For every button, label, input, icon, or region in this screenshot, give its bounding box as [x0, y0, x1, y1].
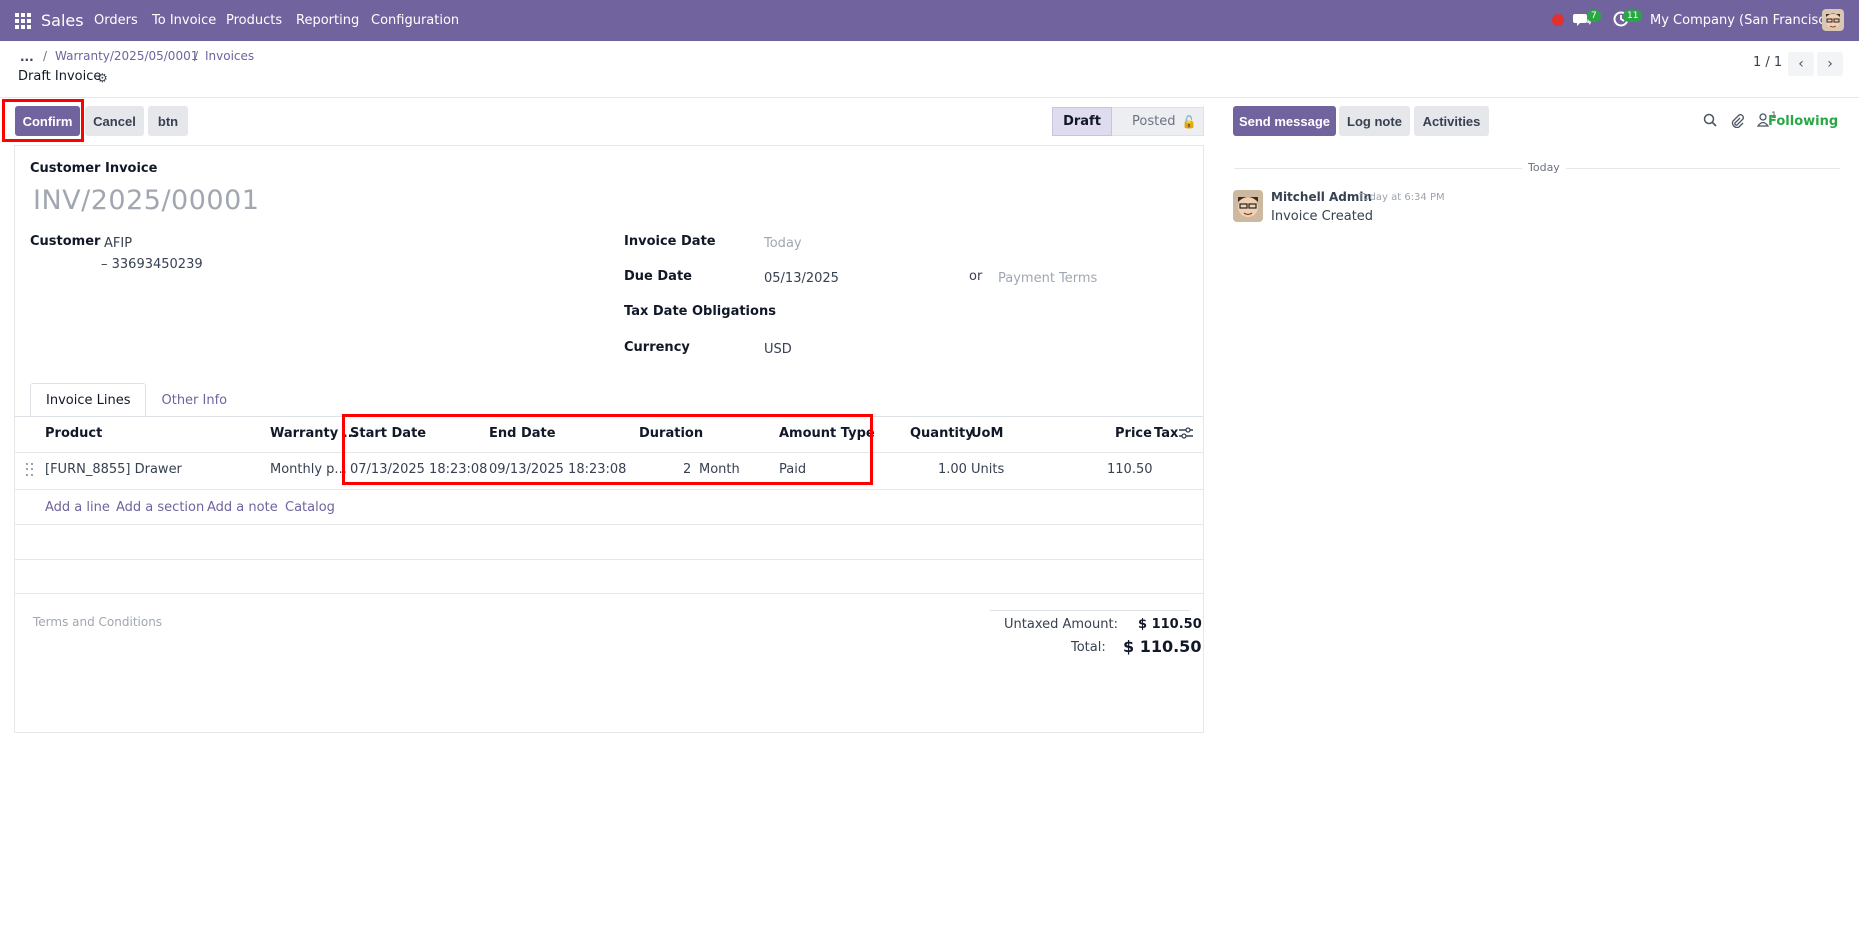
row-divider [15, 489, 1203, 490]
pager-next-button[interactable]: › [1817, 52, 1843, 76]
highlight-confirm-box [2, 99, 84, 142]
breadcrumb-invoices[interactable]: Invoices [205, 49, 254, 63]
paperclip-icon[interactable] [1730, 113, 1744, 132]
invoice-date-input[interactable]: Today [764, 236, 802, 251]
activities-badge: 11 [1623, 10, 1643, 22]
breadcrumb-warranty[interactable]: Warranty/2025/05/0001 [55, 49, 198, 63]
messages-badge: 7 [1587, 10, 1601, 22]
due-date-input[interactable]: 05/13/2025 [764, 271, 839, 286]
breadcrumb-separator: / [43, 49, 48, 63]
menu-reporting[interactable]: Reporting [296, 13, 359, 28]
following-button[interactable]: Following [1768, 114, 1838, 129]
status-draft[interactable]: Draft [1052, 107, 1112, 136]
customer-vat: – 33693450239 [101, 257, 203, 272]
company-switcher[interactable]: My Company (San Francisco) [1650, 13, 1838, 28]
user-avatar[interactable] [1822, 9, 1844, 31]
app-name[interactable]: Sales [41, 11, 84, 30]
add-note-link[interactable]: Add a note [207, 500, 278, 515]
col-price[interactable]: Price [1115, 426, 1152, 441]
activities-button[interactable]: Activities [1414, 106, 1489, 136]
doc-type-label: Customer Invoice [30, 161, 158, 176]
unlock-icon: 🔓 [1181, 114, 1197, 129]
catalog-link[interactable]: Catalog [285, 500, 335, 515]
col-uom[interactable]: UoM [971, 426, 1003, 441]
currency-input[interactable]: USD [764, 342, 792, 357]
empty-row-divider [15, 559, 1203, 560]
add-line-link[interactable]: Add a line [45, 500, 110, 515]
top-navbar: Sales Orders To Invoice Products Reporti… [0, 0, 1859, 41]
message-author[interactable]: Mitchell Admin [1271, 190, 1372, 204]
currency-label: Currency [624, 340, 690, 355]
untaxed-amount: $ 110.50 [1138, 617, 1202, 632]
cell-price[interactable]: 110.50 [1107, 462, 1153, 477]
pager-prev-button[interactable]: ‹ [1788, 52, 1814, 76]
empty-row-divider [15, 524, 1203, 525]
date-divider-label: Today [1522, 161, 1566, 174]
cell-warranty[interactable]: Monthly p... [270, 462, 347, 477]
status-draft-label: Draft [1063, 114, 1101, 129]
menu-configuration[interactable]: Configuration [371, 13, 459, 28]
cancel-button[interactable]: Cancel [85, 106, 144, 136]
add-section-link[interactable]: Add a section [116, 500, 204, 515]
control-panel-divider [0, 97, 1859, 98]
tax-date-label: Tax Date Obligations [624, 304, 776, 319]
btn-button[interactable]: btn [148, 106, 188, 136]
send-message-button[interactable]: Send message [1233, 106, 1336, 136]
cell-uom[interactable]: Units [971, 462, 1004, 477]
tab-other-info[interactable]: Other Info [146, 383, 242, 417]
pager-counter[interactable]: 1 / 1 [1753, 55, 1782, 70]
drag-handle-icon[interactable] [26, 463, 34, 477]
gear-icon[interactable]: ⚙ [97, 71, 108, 85]
totals-divider [990, 610, 1190, 611]
table-bottom-divider [15, 593, 1203, 594]
terms-input[interactable]: Terms and Conditions [33, 615, 162, 629]
status-bar: Draft Posted 🔓 [1052, 107, 1204, 136]
invoice-date-label: Invoice Date [624, 234, 716, 249]
col-tax[interactable]: Tax [1154, 426, 1178, 441]
status-posted-label: Posted [1132, 114, 1176, 129]
column-settings-icon[interactable] [1179, 427, 1193, 443]
cell-quantity[interactable]: 1.00 [938, 462, 967, 477]
highlight-warranty-columns-box [342, 414, 873, 485]
debug-indicator-icon[interactable] [1552, 14, 1564, 26]
search-icon[interactable] [1703, 113, 1717, 131]
col-product[interactable]: Product [45, 426, 102, 441]
total-amount: $ 110.50 [1123, 637, 1202, 656]
message-body: Invoice Created [1271, 209, 1374, 224]
message-date: Today at 6:34 PM [1359, 192, 1445, 203]
menu-to-invoice[interactable]: To Invoice [152, 13, 216, 28]
status-posted[interactable]: Posted 🔓 [1112, 107, 1204, 136]
untaxed-label: Untaxed Amount: [1004, 617, 1118, 632]
customer-label: Customer [30, 234, 101, 249]
payment-terms-input[interactable]: Payment Terms [998, 271, 1097, 286]
page-title: Draft Invoice [18, 69, 102, 84]
col-quantity[interactable]: Quantity [910, 426, 974, 441]
breadcrumb-separator: / [194, 49, 199, 63]
menu-orders[interactable]: Orders [94, 13, 138, 28]
apps-menu-icon[interactable] [15, 13, 31, 29]
log-note-button[interactable]: Log note [1339, 106, 1410, 136]
cell-product[interactable]: [FURN_8855] Drawer [45, 462, 182, 477]
total-label: Total: [1071, 640, 1106, 655]
form-tabs: Invoice Lines Other Info [30, 383, 242, 417]
customer-name[interactable]: AFIP [104, 236, 132, 251]
tab-invoice-lines[interactable]: Invoice Lines [30, 383, 147, 417]
invoice-number[interactable]: INV/2025/00001 [33, 185, 259, 216]
breadcrumb-more[interactable]: ... [20, 50, 34, 64]
or-text: or [969, 269, 983, 284]
due-date-label: Due Date [624, 269, 692, 284]
author-avatar[interactable] [1233, 190, 1263, 222]
menu-products[interactable]: Products [226, 13, 282, 28]
